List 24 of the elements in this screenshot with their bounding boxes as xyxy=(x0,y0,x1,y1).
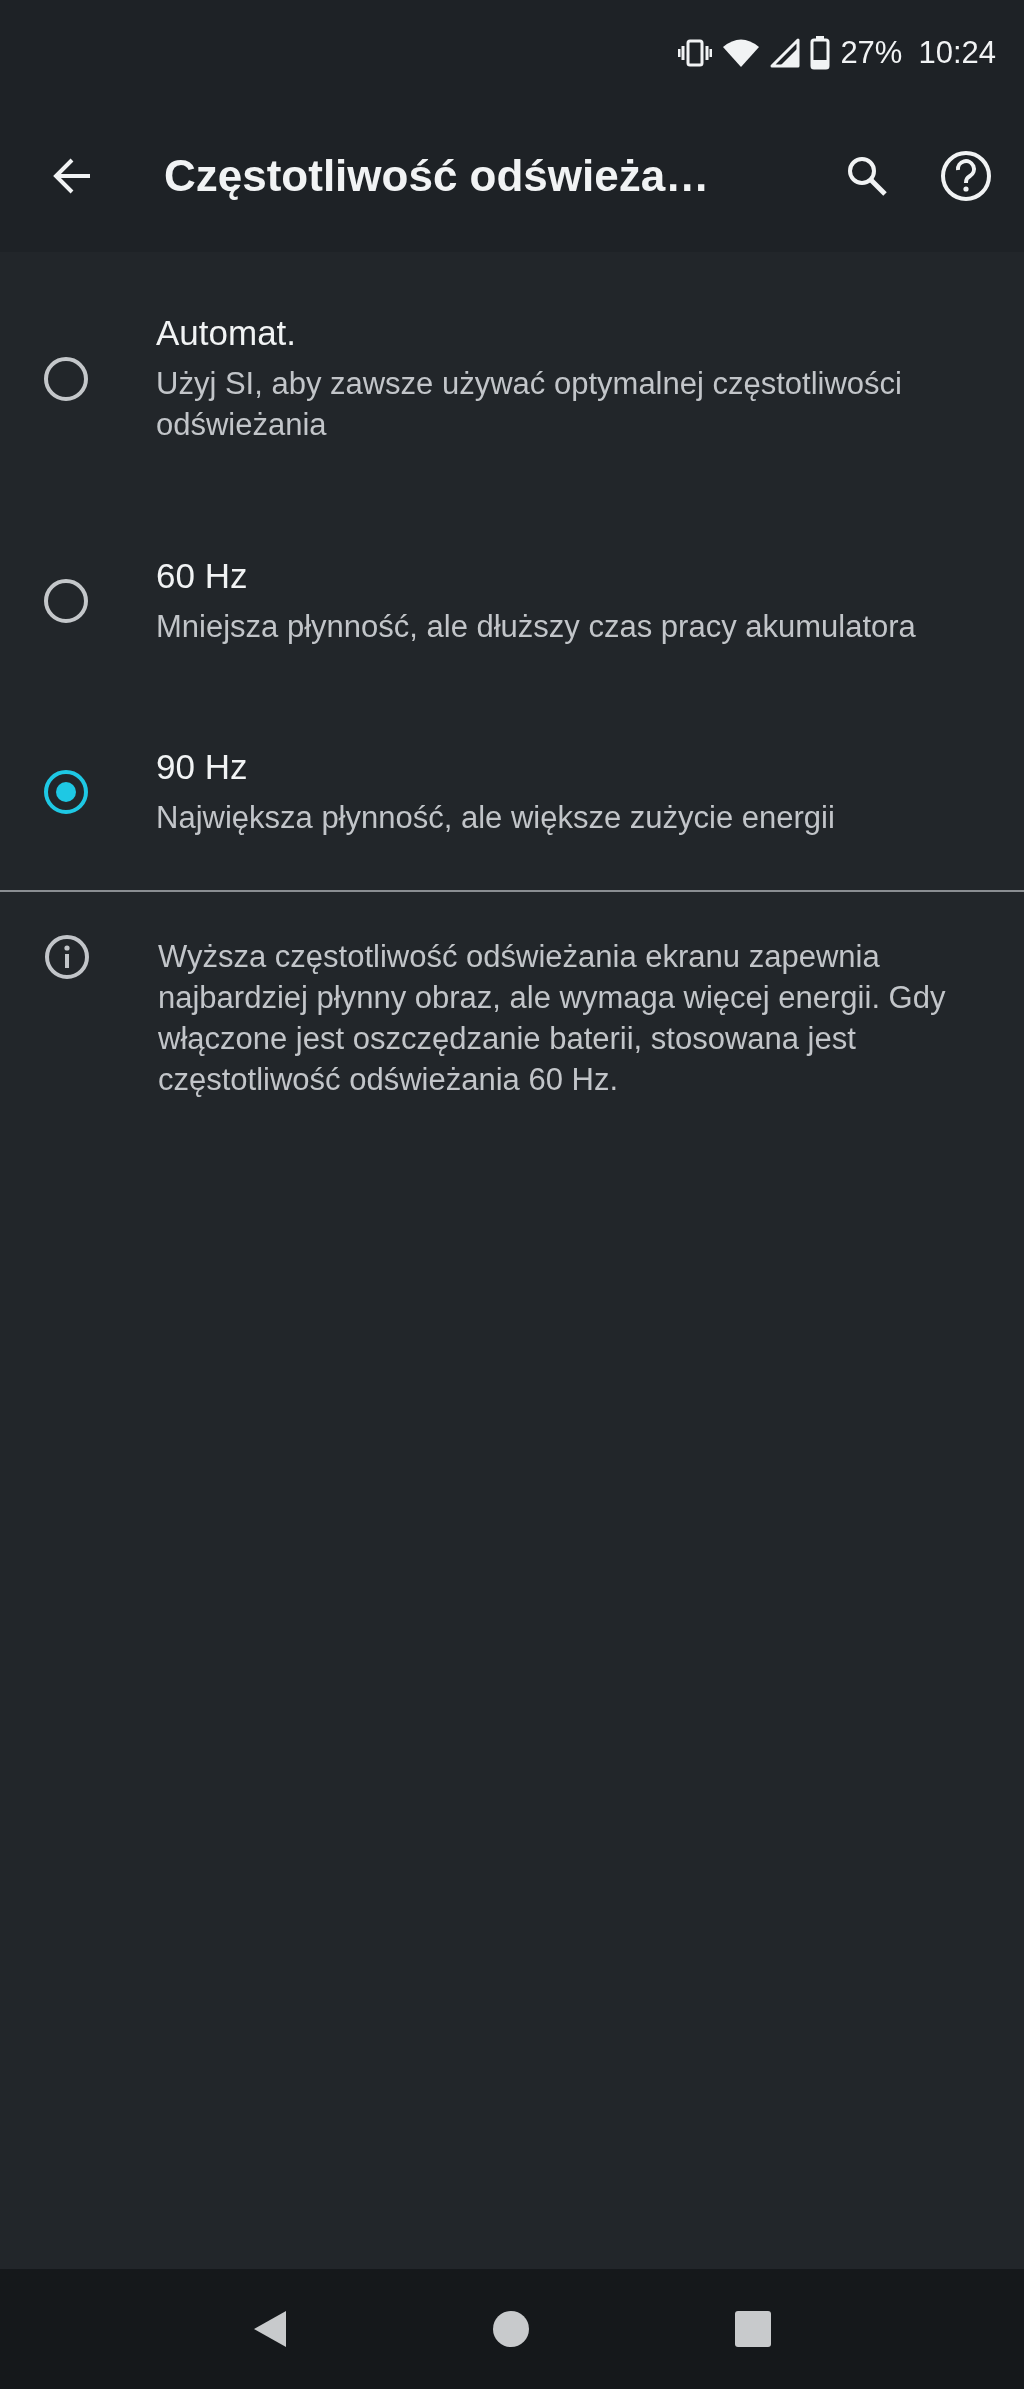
back-triangle-icon xyxy=(252,2309,288,2349)
option-summary: Największa płynność, ale większe zużycie energii xyxy=(156,798,836,837)
info-icon xyxy=(44,934,90,980)
page-title: Częstotliwość odświeża… xyxy=(164,151,711,201)
signal-icon xyxy=(770,38,801,68)
clock-time: 10:24 xyxy=(918,35,996,71)
home-circle-icon xyxy=(492,2310,530,2348)
help-icon xyxy=(940,150,992,202)
wifi-icon xyxy=(722,38,761,68)
radio-button[interactable] xyxy=(44,579,88,623)
search-icon xyxy=(846,155,888,197)
vibrate-icon xyxy=(678,38,713,68)
option-title: 90 Hz xyxy=(156,746,249,787)
option-summary: Użyj SI, aby zawsze używać optymalnej częstotliwości odświeżania xyxy=(156,365,903,444)
option-title: 60 Hz xyxy=(156,555,249,596)
recents-square-icon xyxy=(734,2310,772,2348)
battery-icon xyxy=(810,36,831,70)
battery-percentage: 27% xyxy=(840,35,903,71)
radio-button[interactable] xyxy=(44,357,88,401)
info-text: Wyższa częstotliwość odświeżania ekranu zapewnia najbardziej płynny obraz, ale wymaga więcej energii. Gdy włączone jest oszczędzanie baterii, stosowana jest częstotliwość odświeżania 60 Hz. xyxy=(158,938,947,1099)
option-title: Automat. xyxy=(156,313,298,353)
radio-button[interactable] xyxy=(44,770,88,814)
back-arrow-icon xyxy=(52,156,92,196)
option-summary: Mniejsza płynność, ale dłuższy czas pracy akumulatora xyxy=(156,607,917,646)
